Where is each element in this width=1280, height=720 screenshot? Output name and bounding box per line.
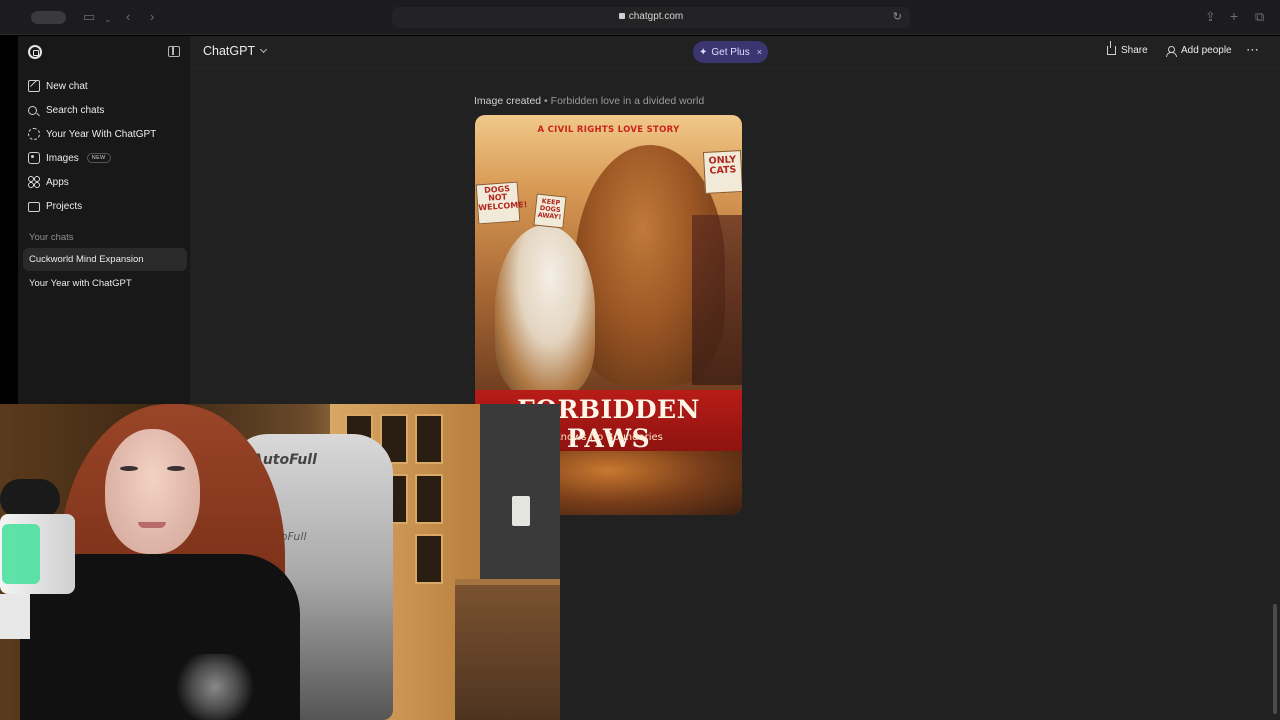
more-options-icon[interactable]: ⋯: [1246, 42, 1260, 58]
person-mouth: [138, 522, 166, 528]
sidebar-item-label: Your Year With ChatGPT: [46, 128, 157, 140]
year-icon: [28, 128, 40, 140]
share-button[interactable]: Share: [1107, 41, 1148, 56]
webcam-overlay: AutoFull AutoFull: [0, 404, 560, 720]
url-value: chatgpt.com: [628, 11, 684, 22]
add-person-icon: [1166, 45, 1177, 57]
url-text: chatgpt.com: [392, 11, 910, 22]
new-chat-icon: [28, 80, 40, 92]
poster-cat: [495, 225, 595, 395]
new-tab-icon[interactable]: +: [1230, 8, 1238, 24]
poster-sign-keep: KEEP DOGS AWAY!: [533, 193, 567, 229]
person-face: [105, 429, 200, 554]
projects-icon: [28, 202, 40, 212]
sidebar-item-label: Apps: [46, 176, 69, 188]
light-switch: [512, 496, 530, 526]
headphones: [0, 479, 60, 519]
sidebar-item-label: Images: [46, 152, 79, 164]
tabs-overview-icon[interactable]: ⧉: [1255, 9, 1264, 25]
image-status: Image created: [474, 95, 542, 107]
shirt-print: [170, 654, 260, 720]
browser-sidebar-icon[interactable]: ▭: [83, 9, 95, 25]
chat-item-your-year[interactable]: Your Year with ChatGPT: [23, 272, 187, 295]
sidebar-item-new-chat[interactable]: New chat: [28, 76, 88, 96]
share-icon: [1107, 41, 1116, 55]
sidebar-item-images[interactable]: Images NEW: [28, 148, 111, 168]
door-pane: [415, 534, 443, 584]
model-selector[interactable]: ChatGPT: [203, 44, 268, 58]
sidebar-item-label: Projects: [46, 200, 83, 212]
scrollbar[interactable]: [1273, 604, 1277, 714]
sidebar-toggle-icon[interactable]: [168, 46, 180, 57]
chevron-down-icon: [260, 45, 268, 54]
sidebar-item-search-chats[interactable]: Search chats: [28, 100, 104, 120]
share-label: Share: [1121, 45, 1148, 56]
sparkle-icon: ✦: [698, 46, 708, 58]
header-divider: [190, 68, 1280, 69]
chat-item-label: Your Year with ChatGPT: [29, 278, 132, 289]
openai-logo-icon[interactable]: [28, 45, 42, 59]
sidebar-item-projects[interactable]: Projects: [28, 196, 82, 216]
webcam-cabinet: [455, 579, 560, 720]
back-icon[interactable]: ‹: [126, 9, 130, 25]
sidebar-item-label: New chat: [46, 80, 88, 92]
browser-toolbar: ▭ ⌄ ‹ › chatgpt.com ↻ ⇪ + ⧉: [0, 0, 1280, 35]
person-eye: [167, 466, 185, 471]
microphone-light: [2, 524, 40, 584]
lock-icon: [618, 13, 625, 19]
sidebar-item-your-year[interactable]: Your Year With ChatGPT: [28, 124, 156, 144]
get-plus-button[interactable]: ✦ Get Plus ×: [693, 41, 768, 63]
sidebar-item-apps[interactable]: Apps: [28, 172, 69, 192]
model-label: ChatGPT: [203, 44, 256, 58]
window-controls[interactable]: [31, 11, 66, 24]
image-caption: Image created • Forbidden love in a divi…: [474, 95, 704, 107]
caption-separator: •: [544, 95, 548, 107]
your-chats-heading: Your chats: [29, 232, 74, 243]
image-caption-text: Forbidden love in a divided world: [550, 95, 705, 107]
share-page-icon[interactable]: ⇪: [1205, 9, 1216, 25]
add-people-button[interactable]: Add people: [1166, 45, 1232, 57]
microphone-stand: [0, 594, 30, 639]
new-badge: NEW: [86, 153, 111, 163]
get-plus-label: Get Plus: [711, 46, 750, 58]
forward-icon[interactable]: ›: [150, 9, 154, 25]
door-pane: [415, 414, 443, 464]
poster-crowd: [692, 215, 742, 385]
add-people-label: Add people: [1181, 45, 1232, 56]
chat-item-label: Cuckworld Mind Expansion: [29, 254, 144, 265]
person-choker: [120, 557, 190, 561]
door-pane: [415, 474, 443, 524]
poster-sign-cats: ONLY CATS: [702, 150, 742, 194]
close-icon[interactable]: ×: [757, 47, 762, 57]
poster-sign-dogs: DOGS NOT WELCOME!: [475, 181, 528, 225]
poster-tagline: A CIVIL RIGHTS LOVE STORY: [537, 125, 680, 135]
apps-icon: [28, 176, 40, 188]
address-bar[interactable]: chatgpt.com ↻: [392, 7, 910, 28]
search-icon: [28, 105, 37, 115]
chevron-down-icon[interactable]: ⌄: [104, 11, 112, 27]
chat-item-cuckworld[interactable]: Cuckworld Mind Expansion: [23, 248, 187, 271]
reload-icon[interactable]: ↻: [893, 10, 902, 23]
images-icon: [28, 152, 40, 164]
sidebar-item-label: Search chats: [46, 104, 105, 116]
person-eye: [120, 466, 138, 471]
